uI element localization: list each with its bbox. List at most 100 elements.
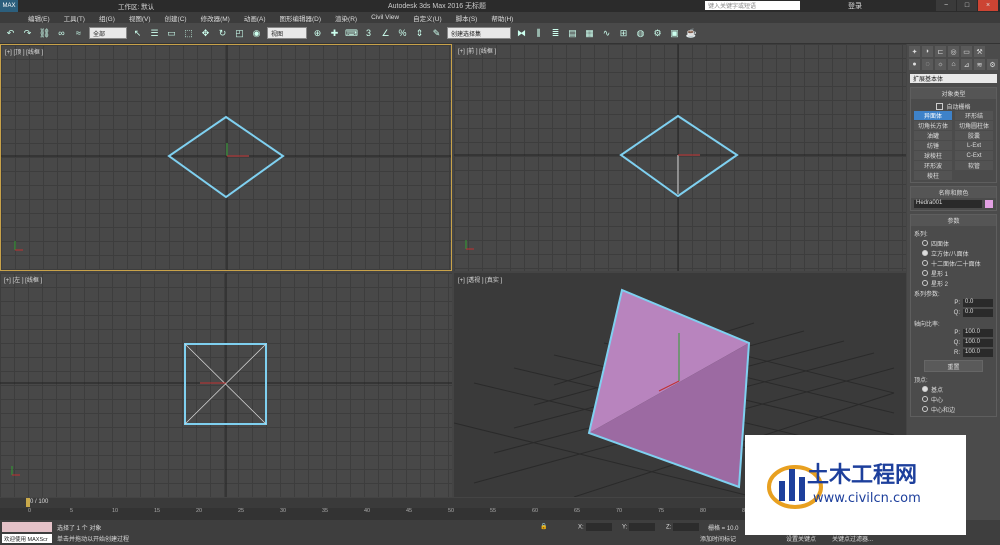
create-tab-icon[interactable]: ✦ <box>909 46 920 57</box>
snap-3-icon[interactable]: 3 <box>362 27 375 40</box>
hierarchy-tab-icon[interactable]: ⊏ <box>935 46 946 57</box>
viewport-left[interactable]: [+] [左 ] [线框 ] <box>0 273 452 497</box>
geometry-icon[interactable]: ● <box>909 59 920 70</box>
search-input[interactable]: 键入关键字或短语 <box>705 1 800 10</box>
menu-help[interactable]: 帮助(H) <box>491 13 513 23</box>
cameras-icon[interactable]: ⌂ <box>948 59 959 70</box>
vertex-option-basepoint[interactable]: 基点 <box>914 384 993 394</box>
p-spinner[interactable]: P: 0.0 <box>914 298 993 308</box>
chamfer-box-button[interactable]: 切角长方体 <box>914 121 952 130</box>
render-production-icon[interactable]: ☕ <box>685 27 698 40</box>
object-name-field[interactable]: Hedra001 <box>914 200 982 208</box>
auto-grid-checkbox[interactable]: 自动栅格 <box>914 101 993 111</box>
spinner-snap-icon[interactable]: ⇕ <box>413 27 426 40</box>
move-icon[interactable]: ✥ <box>199 27 212 40</box>
reference-coord-select[interactable]: 视图 <box>267 27 307 39</box>
family-option-cube-octa[interactable]: 立方体/八面体 <box>914 248 993 258</box>
render-setup-icon[interactable]: ⚙ <box>651 27 664 40</box>
app-logo[interactable]: MAX <box>0 0 18 12</box>
c-ext-button[interactable]: C-Ext <box>955 151 993 160</box>
select-by-name-icon[interactable]: ☰ <box>148 27 161 40</box>
utilities-tab-icon[interactable]: ⚒ <box>974 46 985 57</box>
vertex-option-center-sides[interactable]: 中心和边 <box>914 404 993 414</box>
shapes-icon[interactable]: ◌ <box>922 59 933 70</box>
object-type-title[interactable]: 对象类型 <box>911 88 996 99</box>
helpers-icon[interactable]: ⊿ <box>961 59 972 70</box>
named-selection-set-select[interactable]: 创建选择集 <box>447 27 511 39</box>
display-tab-icon[interactable]: ▭ <box>961 46 972 57</box>
menu-rendering[interactable]: 渲染(R) <box>335 13 357 23</box>
viewport-front[interactable]: [+] [前 ] [线框 ] <box>454 44 906 271</box>
close-icon[interactable]: × <box>978 0 998 11</box>
axis-q-spinner[interactable]: Q: 100.0 <box>914 338 993 348</box>
menu-views[interactable]: 视图(V) <box>129 13 151 23</box>
layer-manager-icon[interactable]: ≣ <box>549 27 562 40</box>
capsule-button[interactable]: 胶囊 <box>955 131 993 140</box>
minimize-icon[interactable]: − <box>936 0 956 11</box>
menu-edit[interactable]: 编辑(E) <box>28 13 50 23</box>
menu-tools[interactable]: 工具(T) <box>64 13 85 23</box>
family-option-star2[interactable]: 星形 2 <box>914 278 993 288</box>
menu-create[interactable]: 创建(C) <box>165 13 187 23</box>
axis-p-spinner[interactable]: P: 100.0 <box>914 328 993 338</box>
bind-space-warp-icon[interactable]: ≈ <box>72 27 85 40</box>
prism-button[interactable]: 棱柱 <box>914 171 952 180</box>
menu-group[interactable]: 组(G) <box>99 13 115 23</box>
l-ext-button[interactable]: L-Ext <box>955 141 993 150</box>
y-coordinate[interactable]: Y: <box>622 523 656 531</box>
name-color-title[interactable]: 名称和颜色 <box>911 187 996 198</box>
parameters-title[interactable]: 参数 <box>911 215 996 226</box>
lights-icon[interactable]: ☼ <box>935 59 946 70</box>
family-option-star1[interactable]: 星形 1 <box>914 268 993 278</box>
mirror-icon[interactable]: ⧓ <box>515 27 528 40</box>
schematic-view-icon[interactable]: ⊞ <box>617 27 630 40</box>
menu-animation[interactable]: 动画(A) <box>244 13 266 23</box>
lock-icon[interactable]: 🔒 <box>540 523 547 530</box>
window-crossing-icon[interactable]: ⬚ <box>182 27 195 40</box>
menu-graph-editors[interactable]: 图形编辑器(D) <box>280 13 322 23</box>
viewport-top[interactable]: [+] [顶 ] [线框 ] <box>0 44 452 271</box>
link-icon[interactable]: ⛓ <box>38 27 51 40</box>
keyboard-shortcut-icon[interactable]: ⌨ <box>345 27 358 40</box>
select-manipulate-icon[interactable]: ✚ <box>328 27 341 40</box>
maxscript-listener[interactable] <box>2 522 52 532</box>
align-icon[interactable]: ⫼ <box>532 27 545 40</box>
axis-r-spinner[interactable]: R: 100.0 <box>914 348 993 358</box>
ringwave-button[interactable]: 环形波 <box>914 161 952 170</box>
pivot-icon[interactable]: ⊕ <box>311 27 324 40</box>
curve-editor-icon[interactable]: ∿ <box>600 27 613 40</box>
oil-tank-button[interactable]: 油罐 <box>914 131 952 140</box>
chamfer-cyl-button[interactable]: 切角圆柱体 <box>955 121 993 130</box>
object-color-swatch[interactable] <box>985 200 993 208</box>
undo-icon[interactable]: ↶ <box>4 27 17 40</box>
scene-explorer-icon[interactable]: ▤ <box>566 27 579 40</box>
maxscript-welcome[interactable]: 欢迎使用 MAXScr <box>2 534 52 543</box>
scale-icon[interactable]: ◰ <box>233 27 246 40</box>
modify-tab-icon[interactable]: ◗ <box>922 46 933 57</box>
gengon-button[interactable]: 球棱柱 <box>914 151 952 160</box>
q-spinner[interactable]: Q: 0.0 <box>914 308 993 318</box>
percent-snap-icon[interactable]: % <box>396 27 409 40</box>
select-object-icon[interactable]: ↖ <box>131 27 144 40</box>
family-option-dodec-icos[interactable]: 十二面体/二十面体 <box>914 258 993 268</box>
x-coordinate[interactable]: X: <box>578 523 612 531</box>
hedra-button[interactable]: 异面体 <box>914 111 952 120</box>
menu-customize[interactable]: 自定义(U) <box>413 13 442 23</box>
add-time-tag[interactable]: 添加时间标记 <box>700 534 736 543</box>
redo-icon[interactable]: ↷ <box>21 27 34 40</box>
set-key-button[interactable]: 设置关键点 <box>786 534 816 543</box>
material-editor-icon[interactable]: ◍ <box>634 27 647 40</box>
maximize-icon[interactable]: □ <box>957 0 977 11</box>
workspace-select[interactable]: 工作区: 默认 <box>118 1 154 11</box>
z-coordinate[interactable]: Z: <box>666 523 700 531</box>
reset-button[interactable]: 重置 <box>924 360 983 372</box>
menu-civil-view[interactable]: Civil View <box>371 14 399 21</box>
rendered-frame-icon[interactable]: ▣ <box>668 27 681 40</box>
torus-knot-button[interactable]: 环形结 <box>955 111 993 120</box>
ribbon-icon[interactable]: ▦ <box>583 27 596 40</box>
spacewarps-icon[interactable]: ≋ <box>974 59 985 70</box>
angle-snap-icon[interactable]: ∠ <box>379 27 392 40</box>
vertex-option-center[interactable]: 中心 <box>914 394 993 404</box>
hose-button[interactable]: 软管 <box>955 161 993 170</box>
unlink-icon[interactable]: ∞ <box>55 27 68 40</box>
